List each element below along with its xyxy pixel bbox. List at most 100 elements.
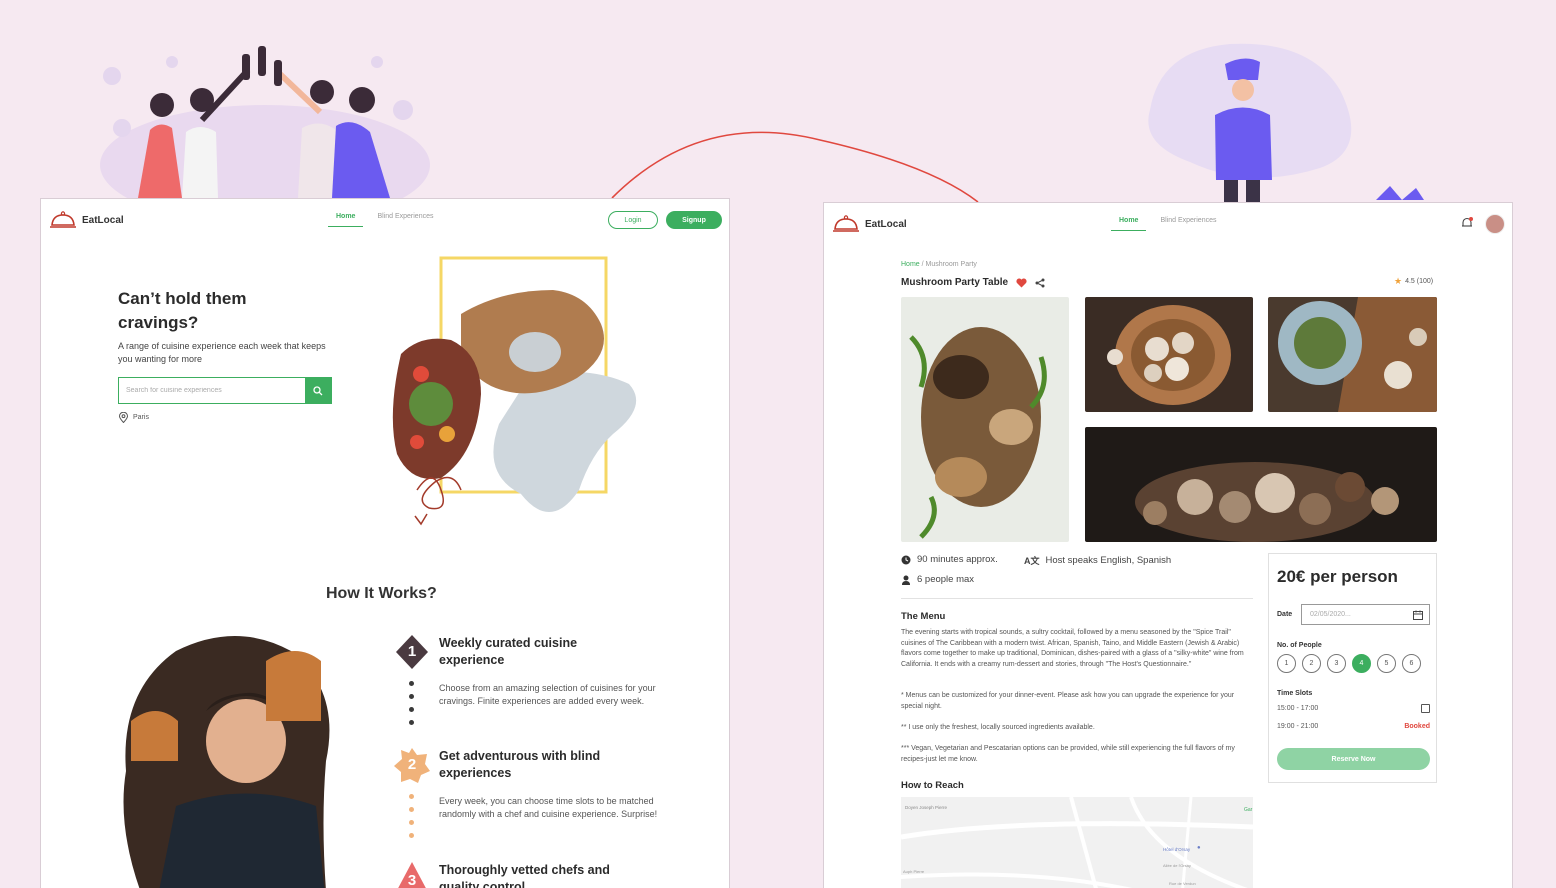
time-slots-label: Time Slots	[1277, 690, 1313, 697]
experience-detail-window: EatLocal Home Blind Experiences Home / M…	[823, 202, 1513, 888]
top-nav: EatLocal Home Blind Experiences Login Si…	[41, 199, 729, 241]
cloche-icon	[50, 211, 76, 228]
login-button[interactable]: Login	[608, 211, 658, 229]
step-number: 2	[407, 756, 417, 773]
time-slot-checkbox[interactable]	[1421, 704, 1430, 713]
experience-title: Mushroom Party Table	[901, 277, 1009, 288]
people-label: No. of People	[1277, 642, 1322, 649]
date-picker[interactable]: 02/05/2020...	[1301, 604, 1430, 625]
photo-plated-dish[interactable]	[1268, 297, 1437, 412]
step-number: 3	[407, 872, 417, 888]
step-title: Thoroughly vetted chefs and quality cont…	[439, 863, 610, 888]
step-description: Every week, you can choose time slots to…	[439, 796, 658, 819]
how-it-works-title: How It Works?	[326, 585, 437, 602]
cloche-icon	[833, 215, 859, 232]
top-nav: EatLocal Home Blind Experiences	[824, 203, 1512, 245]
people-option-4[interactable]: 4	[1352, 654, 1371, 673]
people-option-3[interactable]: 3	[1327, 654, 1346, 673]
step-dots	[409, 794, 415, 846]
search-input[interactable]	[119, 378, 305, 403]
step-number: 1	[407, 643, 417, 660]
landing-page-window: EatLocal Home Blind Experiences Login Si…	[40, 198, 730, 888]
time-slot-time: 19:00 - 21:00	[1277, 723, 1319, 730]
nav-blind-experiences[interactable]: Blind Experiences	[377, 213, 433, 227]
capacity-info: 6 people max	[901, 574, 974, 585]
nav-blind-experiences[interactable]: Blind Experiences	[1160, 217, 1216, 231]
price: 20€ per person	[1277, 567, 1398, 586]
step-description: Choose from an amazing selection of cuis…	[439, 683, 656, 706]
heart-icon[interactable]	[1016, 277, 1027, 288]
photo-mushroom-basket[interactable]	[1085, 297, 1253, 412]
map-label: Allée de l'Orsay	[1163, 863, 1191, 868]
search-button[interactable]	[305, 378, 331, 403]
chef-photo	[123, 636, 330, 888]
hero-subtitle: A range of cuisine experience each week …	[118, 341, 326, 364]
step-title: Get adventurous with blind experiences	[439, 749, 601, 780]
translate-icon: A文	[1024, 556, 1040, 566]
step-dots	[409, 681, 415, 733]
brand-logo[interactable]: EatLocal	[832, 213, 907, 235]
people-option-5[interactable]: 5	[1377, 654, 1396, 673]
chef-illustration	[1148, 43, 1424, 202]
menu-note-1: * Menus can be customized for your dinne…	[901, 692, 1235, 710]
people-option-2[interactable]: 2	[1302, 654, 1321, 673]
date-label: Date	[1277, 611, 1293, 618]
friends-toasting-illustration	[100, 46, 430, 225]
map-roads	[901, 797, 1253, 888]
breadcrumb-separator: /	[921, 261, 924, 268]
duration-text: 90 minutes approx.	[917, 554, 998, 565]
breadcrumb: Home / Mushroom Party	[901, 261, 977, 268]
search-icon	[313, 385, 323, 395]
location-map[interactable]: Doyen Joseph Pierre Hôtel d'Orsay ● Gar …	[901, 797, 1253, 888]
people-option-1[interactable]: 1	[1277, 654, 1296, 673]
location-selector[interactable]: Paris	[119, 412, 149, 423]
calendar-icon	[1413, 610, 1423, 620]
language-text: Host speaks English, Spanish	[1045, 555, 1172, 566]
reserve-now-button[interactable]: Reserve Now	[1277, 748, 1430, 770]
rating-value: 4.5 (100)	[1405, 278, 1434, 285]
clock-icon	[901, 555, 911, 564]
how-to-reach-title: How to Reach	[901, 780, 964, 791]
share-icon[interactable]	[1035, 278, 1045, 288]
booked-status: Booked	[1404, 723, 1430, 730]
breadcrumb-home[interactable]: Home	[901, 261, 920, 268]
location-pin-icon	[119, 412, 128, 423]
experience-title-row: Mushroom Party Table	[901, 277, 1045, 288]
date-value: 02/05/2020...	[1310, 611, 1351, 618]
map-pin-icon: ●	[1197, 845, 1201, 851]
person-icon	[902, 575, 910, 585]
brand-logo[interactable]: EatLocal	[49, 209, 124, 231]
people-option-6[interactable]: 6	[1402, 654, 1421, 673]
breadcrumb-current: Mushroom Party	[925, 261, 977, 268]
signup-button[interactable]: Signup	[666, 211, 722, 229]
avatar[interactable]	[1485, 214, 1505, 234]
menu-note-2: ** I use only the freshest, locally sour…	[901, 724, 1095, 731]
menu-note-3: *** Vegan, Vegetarian and Pescatarian op…	[901, 745, 1235, 763]
language-info: A文 Host speaks English, Spanish	[1024, 554, 1171, 567]
menu-paragraph: The evening starts with tropical sounds,…	[901, 629, 1244, 668]
menu-title: The Menu	[901, 611, 946, 622]
booking-card: 20€ per person Date 02/05/2020... No. of…	[1268, 553, 1437, 783]
photo-main-dish[interactable]	[901, 297, 1069, 542]
notification-bell-icon[interactable]	[1461, 217, 1473, 229]
rating: ★ 4.5 (100)	[1394, 276, 1433, 287]
brand-name: EatLocal	[82, 214, 124, 226]
nav-home[interactable]: Home	[1111, 217, 1147, 231]
location-label: Paris	[133, 414, 149, 421]
map-label: Rue de Verdun	[1169, 881, 1196, 886]
step-title: Weekly curated cuisine experience	[439, 636, 578, 667]
photo-mushroom-bowl[interactable]	[1085, 427, 1437, 542]
time-slot-time: 15:00 - 17:00	[1277, 705, 1319, 712]
people-selector: 1 2 3 4 5 6	[1277, 654, 1421, 673]
map-label: Gar	[1244, 807, 1253, 813]
search-bar	[118, 377, 332, 404]
brand-name: EatLocal	[865, 218, 907, 230]
divider	[901, 598, 1253, 599]
star-icon: ★	[1394, 276, 1403, 286]
hero-food-image	[392, 256, 637, 526]
nav-home[interactable]: Home	[328, 213, 364, 227]
time-slot-1[interactable]: 15:00 - 17:00	[1277, 704, 1430, 713]
time-slot-2: 19:00 - 21:00 Booked	[1277, 723, 1430, 730]
hero-title: Can’t hold them cravings?	[118, 289, 247, 332]
capacity-text: 6 people max	[917, 574, 975, 585]
